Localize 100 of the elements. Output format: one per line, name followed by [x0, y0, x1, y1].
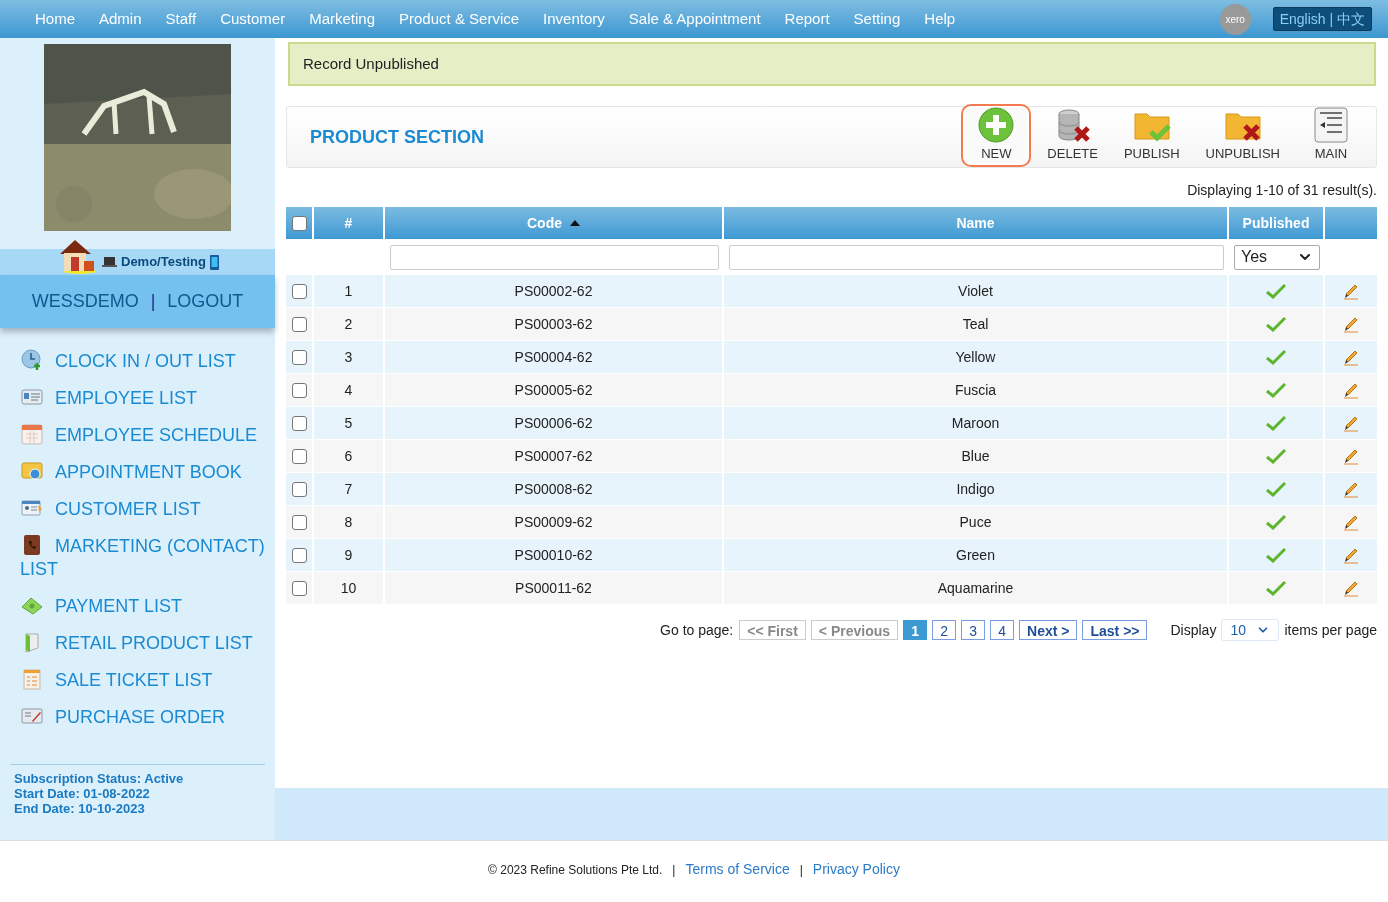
checkbox[interactable]	[291, 215, 307, 231]
environment-label: Demo/Testing	[121, 253, 206, 272]
pencil-icon[interactable]	[1342, 480, 1360, 498]
xero-badge[interactable]: xero	[1219, 3, 1251, 35]
sidebar-link[interactable]: CLOCK IN / OUT LIST	[20, 348, 275, 373]
column-header[interactable]: #	[314, 207, 385, 239]
sidebar-link[interactable]: EMPLOYEE SCHEDULE	[20, 422, 275, 447]
username-link[interactable]: WESSDEMO	[31, 288, 139, 315]
column-header[interactable]: Code	[385, 207, 724, 239]
checkbox[interactable]	[291, 481, 307, 497]
nav-link[interactable]: Staff	[153, 7, 209, 31]
nav-link[interactable]: Help	[912, 7, 968, 31]
product-code: PS00010-62	[514, 545, 593, 565]
nav-link[interactable]: Marketing	[297, 7, 388, 31]
nav-link[interactable]: Setting	[841, 7, 913, 31]
checkbox[interactable]	[291, 448, 307, 464]
product-name: Maroon	[951, 413, 1000, 433]
plus-icon	[977, 105, 1016, 144]
checkbox[interactable]	[291, 349, 307, 365]
sidebar-link[interactable]: SALE TICKET LIST	[20, 667, 275, 692]
subscription-info: End Date: 10-10-2023	[14, 801, 146, 816]
logout-link[interactable]: LOGOUT	[167, 288, 244, 315]
sidebar-link[interactable]: PURCHASE ORDER	[20, 704, 275, 729]
published-filter-select[interactable]: Yes	[1234, 244, 1320, 270]
product-name: Fuscia	[954, 380, 997, 400]
checkbox[interactable]	[291, 382, 307, 398]
sidebar-link[interactable]: PAYMENT LIST	[20, 593, 275, 618]
code-filter-field[interactable]	[390, 244, 719, 270]
copyright: © 2023 Refine Solutions Pte Ltd.	[488, 861, 663, 879]
nav-link[interactable]: Admin	[87, 7, 154, 31]
page-link[interactable]: Last >>	[1082, 620, 1148, 640]
product-code: PS00011-62	[515, 578, 592, 598]
appointment-book-icon	[20, 459, 44, 483]
footer-link[interactable]: Privacy Policy	[812, 859, 900, 880]
product-name: Violet	[958, 281, 993, 301]
product-name: Yellow	[955, 347, 996, 367]
page-number[interactable]: 2	[932, 620, 957, 640]
clock-icon	[20, 348, 44, 372]
checkbox[interactable]	[291, 283, 307, 299]
sidebar-link[interactable]: CUSTOMER LIST	[20, 496, 275, 521]
alert-message: Record Unpublished	[303, 53, 439, 74]
nav-link[interactable]: Inventory	[531, 7, 617, 31]
pencil-icon[interactable]	[1342, 546, 1360, 564]
phone-icon	[210, 254, 219, 270]
pencil-icon[interactable]	[1342, 513, 1360, 531]
checkbox[interactable]	[291, 514, 307, 530]
toolbar-button[interactable]: PUBLISH	[1113, 103, 1190, 167]
product-name: Teal	[962, 314, 989, 334]
footer-link[interactable]: Terms of Service	[685, 859, 790, 880]
pencil-icon[interactable]	[1342, 381, 1360, 399]
separator: |	[150, 290, 156, 313]
sidebar-link[interactable]: EMPLOYEE LIST	[20, 385, 275, 410]
pencil-icon[interactable]	[1342, 414, 1360, 432]
nav-link[interactable]: Report	[772, 7, 842, 31]
checkbox[interactable]	[291, 580, 307, 596]
column-header[interactable]: Published	[1229, 207, 1325, 239]
result-count: Displaying 1-10 of 31 result(s).	[1187, 181, 1377, 200]
toolbar-button[interactable]: UNPUBLISH	[1195, 103, 1290, 167]
toolbar-button[interactable]: MAIN	[1296, 103, 1366, 167]
nav-link[interactable]: Sale & Appointment	[616, 7, 773, 31]
pencil-icon[interactable]	[1342, 447, 1360, 465]
row-number: 10	[340, 578, 357, 598]
goto-page-label: Go to page:	[660, 620, 734, 640]
name-filter-field[interactable]	[729, 244, 1224, 270]
sidebar-link[interactable]: APPOINTMENT BOOK	[20, 459, 275, 484]
page-number[interactable]: 4	[990, 620, 1015, 640]
product-name: Green	[956, 545, 995, 565]
checkbox[interactable]	[291, 547, 307, 563]
pencil-icon[interactable]	[1342, 282, 1360, 300]
column-header[interactable]: Name	[724, 207, 1229, 239]
page-number[interactable]: 3	[961, 620, 986, 640]
per-page-label: items per page	[1284, 620, 1377, 640]
toolbar-button[interactable]: DELETE	[1037, 103, 1108, 167]
checkbox[interactable]	[291, 316, 307, 332]
pencil-icon[interactable]	[1342, 579, 1360, 597]
row-number: 7	[344, 479, 353, 499]
language-link[interactable]: English | 中文	[1279, 8, 1365, 30]
nav-link[interactable]: Customer	[208, 7, 298, 31]
pencil-icon[interactable]	[1342, 348, 1360, 366]
pencil-icon[interactable]	[1342, 315, 1360, 333]
product-code: PS00006-62	[514, 413, 593, 433]
toolbar-button[interactable]: NEW	[961, 103, 1032, 167]
nav-link[interactable]: Home	[23, 7, 87, 31]
list-document-icon	[1312, 105, 1350, 144]
product-code: PS00008-62	[514, 479, 593, 499]
product-code: PS00004-62	[514, 347, 593, 367]
per-page-select[interactable]: 10	[1221, 619, 1280, 641]
row-number: 8	[344, 512, 353, 532]
subscription-info: Start Date: 01-08-2022	[14, 786, 151, 801]
row-number: 9	[344, 545, 353, 565]
page-number[interactable]: 1	[903, 620, 928, 640]
checkbox[interactable]	[291, 415, 307, 431]
nav-link[interactable]: Product & Service	[387, 7, 532, 31]
footer-separator: |	[799, 861, 803, 879]
product-code: PS00002-62	[514, 281, 593, 301]
ticket-list-icon	[20, 667, 44, 691]
page-link[interactable]: Next >	[1019, 620, 1078, 640]
sidebar-link[interactable]: MARKETING (CONTACT) LIST	[20, 533, 275, 581]
sidebar-link[interactable]: RETAIL PRODUCT LIST	[20, 630, 275, 655]
row-number: 4	[344, 380, 353, 400]
